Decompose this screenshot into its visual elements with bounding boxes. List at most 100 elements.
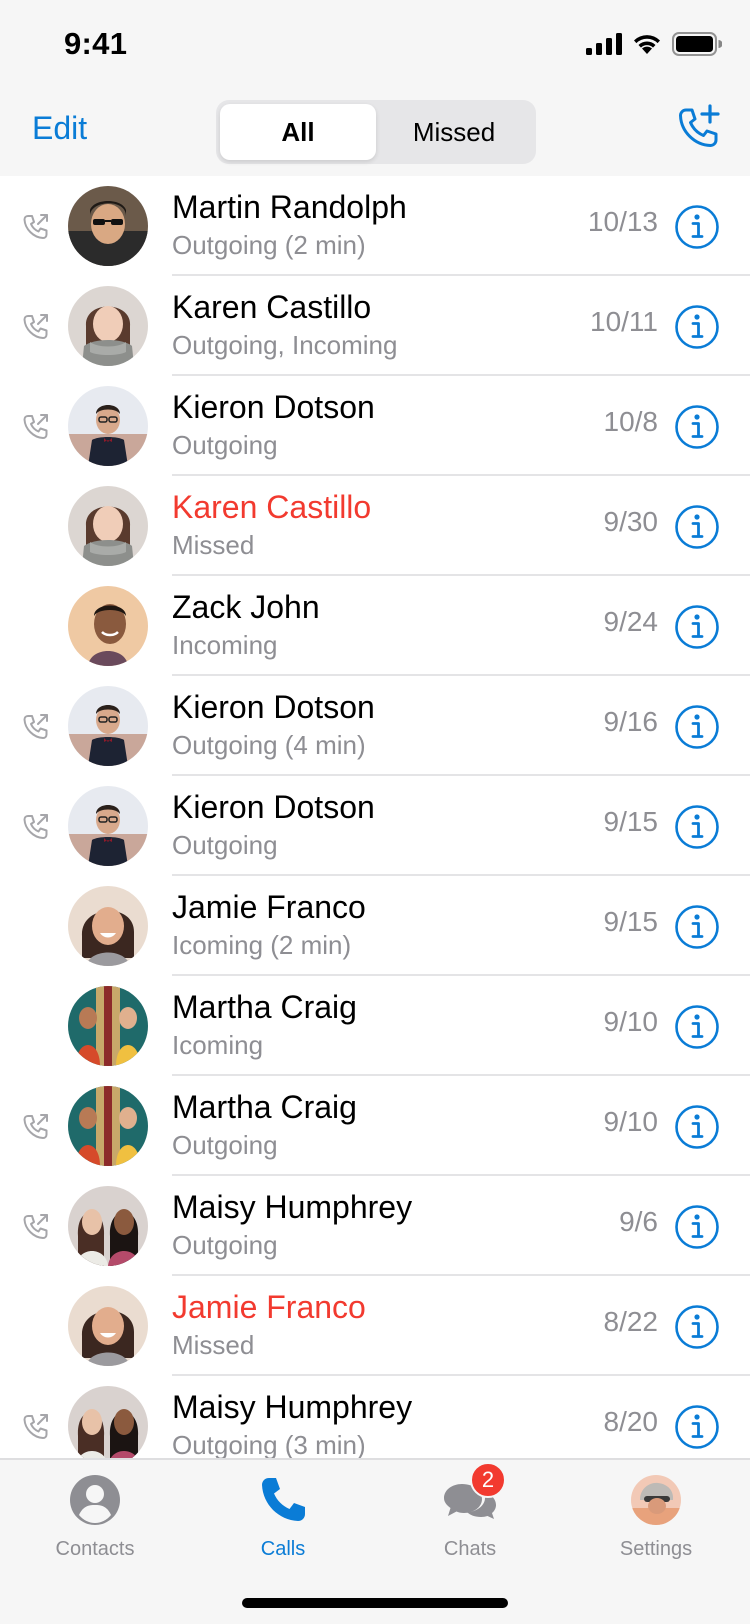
- call-date: 9/30: [603, 506, 659, 537]
- avatar[interactable]: [68, 886, 148, 966]
- call-row[interactable]: Kieron Dotson Outgoing (4 min) 9/16: [0, 676, 750, 776]
- avatar-photo: [68, 286, 148, 366]
- avatar[interactable]: [68, 1086, 148, 1166]
- call-detail: Outgoing, Incoming: [172, 330, 398, 360]
- call-row[interactable]: Kieron Dotson Outgoing 10/8: [0, 376, 750, 476]
- call-detail: Outgoing: [172, 830, 278, 860]
- outgoing-call-icon: [23, 1414, 48, 1439]
- calls-list: Martin Randolph Outgoing (2 min) 10/13 K…: [0, 176, 750, 1458]
- info-icon[interactable]: [674, 1204, 720, 1250]
- avatar[interactable]: [68, 1186, 148, 1266]
- caller-name: Jamie Franco: [172, 889, 366, 925]
- unread-badge: 2: [470, 1462, 506, 1498]
- outgoing-call-icon: [23, 214, 48, 239]
- caller-name: Martin Randolph: [172, 189, 407, 225]
- avatar[interactable]: [68, 1286, 148, 1366]
- avatar-photo: [68, 486, 148, 566]
- call-row[interactable]: Jamie Franco Missed 8/22: [0, 1276, 750, 1376]
- info-icon[interactable]: [674, 804, 720, 850]
- tab-settings[interactable]: Settings: [576, 1472, 736, 1572]
- caller-name: Karen Castillo: [172, 289, 372, 325]
- call-date: 10/8: [603, 406, 659, 437]
- call-row[interactable]: Zack John Incoming 9/24: [0, 576, 750, 676]
- battery-icon: [672, 32, 722, 56]
- tab-label: Chats: [443, 1538, 497, 1560]
- info-icon[interactable]: [674, 604, 720, 650]
- outgoing-call-icon: [23, 414, 48, 439]
- call-row[interactable]: Jamie Franco Icoming (2 min) 9/15: [0, 876, 750, 976]
- call-detail: Outgoing (4 min): [172, 730, 366, 760]
- avatar-photo: [68, 1386, 148, 1458]
- caller-name: Maisy Humphrey: [172, 1189, 413, 1225]
- tab-contacts[interactable]: Contacts: [15, 1472, 175, 1572]
- call-row[interactable]: Maisy Humphrey Outgoing 9/6: [0, 1176, 750, 1276]
- call-row[interactable]: Martha Craig Outgoing 9/10: [0, 1076, 750, 1176]
- info-icon[interactable]: [674, 404, 720, 450]
- info-icon[interactable]: [674, 504, 720, 550]
- tab-calls[interactable]: Calls: [203, 1472, 363, 1572]
- avatar-photo: [68, 786, 148, 866]
- call-row[interactable]: Karen Castillo Outgoing, Incoming 10/11: [0, 276, 750, 376]
- call-date: 9/16: [603, 706, 659, 737]
- info-icon[interactable]: [674, 704, 720, 750]
- info-icon[interactable]: [674, 1304, 720, 1350]
- outgoing-call-icon: [23, 1114, 48, 1139]
- caller-name: Karen Castillo: [172, 489, 372, 525]
- avatar-photo: [68, 1186, 148, 1266]
- info-icon[interactable]: [674, 904, 720, 950]
- avatar-photo: [68, 986, 148, 1066]
- info-icon[interactable]: [674, 304, 720, 350]
- tab-label: Contacts: [55, 1538, 135, 1560]
- tab-label: Settings: [619, 1538, 693, 1560]
- info-icon[interactable]: [674, 1004, 720, 1050]
- avatar[interactable]: [68, 786, 148, 866]
- tab-bar: Contacts Calls 2 Chats Settings: [0, 1458, 750, 1624]
- outgoing-call-icon: [23, 1214, 48, 1239]
- avatar-photo: [68, 386, 148, 466]
- call-row[interactable]: Karen Castillo Missed 9/30: [0, 476, 750, 576]
- segment-all[interactable]: All: [220, 104, 376, 160]
- outgoing-call-icon: [23, 814, 48, 839]
- info-icon[interactable]: [674, 1404, 720, 1450]
- avatar-photo: [68, 686, 148, 766]
- caller-name: Maisy Humphrey: [172, 1389, 413, 1425]
- call-detail: Outgoing: [172, 430, 278, 460]
- call-row[interactable]: Martha Craig Icoming 9/10: [0, 976, 750, 1076]
- call-date: 9/6: [619, 1206, 658, 1237]
- caller-name: Kieron Dotson: [172, 789, 375, 825]
- avatar[interactable]: [68, 686, 148, 766]
- call-row[interactable]: Martin Randolph Outgoing (2 min) 10/13: [0, 176, 750, 276]
- tab-chats[interactable]: 2 Chats: [390, 1462, 550, 1572]
- info-icon[interactable]: [674, 204, 720, 250]
- avatar[interactable]: [68, 386, 148, 466]
- status-bar: 9:41: [0, 0, 750, 88]
- phone-icon: [262, 1478, 305, 1521]
- avatar[interactable]: [68, 186, 148, 266]
- person-circle-icon: [70, 1475, 120, 1525]
- call-date: 9/15: [603, 906, 659, 937]
- call-date: 9/10: [603, 1106, 659, 1137]
- edit-button[interactable]: Edit: [32, 110, 87, 147]
- cellular-signal-icon: [586, 33, 622, 55]
- avatar[interactable]: [68, 286, 148, 366]
- caller-name: Jamie Franco: [172, 1289, 366, 1325]
- calls-filter-segmented-control: All Missed: [216, 100, 536, 164]
- call-date: 9/15: [603, 806, 659, 837]
- call-detail: Incoming: [172, 630, 278, 660]
- caller-name: Zack John: [172, 589, 320, 625]
- call-row[interactable]: Kieron Dotson Outgoing 9/15: [0, 776, 750, 876]
- avatar[interactable]: [68, 986, 148, 1066]
- avatar[interactable]: [68, 586, 148, 666]
- call-date: 8/22: [603, 1306, 659, 1337]
- call-date: 8/20: [603, 1406, 659, 1437]
- segment-missed[interactable]: Missed: [376, 104, 532, 160]
- info-icon[interactable]: [674, 1104, 720, 1150]
- call-detail: Icoming (2 min): [172, 930, 352, 960]
- avatar-photo: [68, 186, 148, 266]
- call-detail: Outgoing: [172, 1130, 278, 1160]
- avatar[interactable]: [68, 486, 148, 566]
- phone-plus-icon[interactable]: [672, 102, 724, 154]
- avatar[interactable]: [68, 1386, 148, 1458]
- caller-name: Martha Craig: [172, 1089, 357, 1125]
- call-row[interactable]: Maisy Humphrey Outgoing (3 min) 8/20: [0, 1376, 750, 1458]
